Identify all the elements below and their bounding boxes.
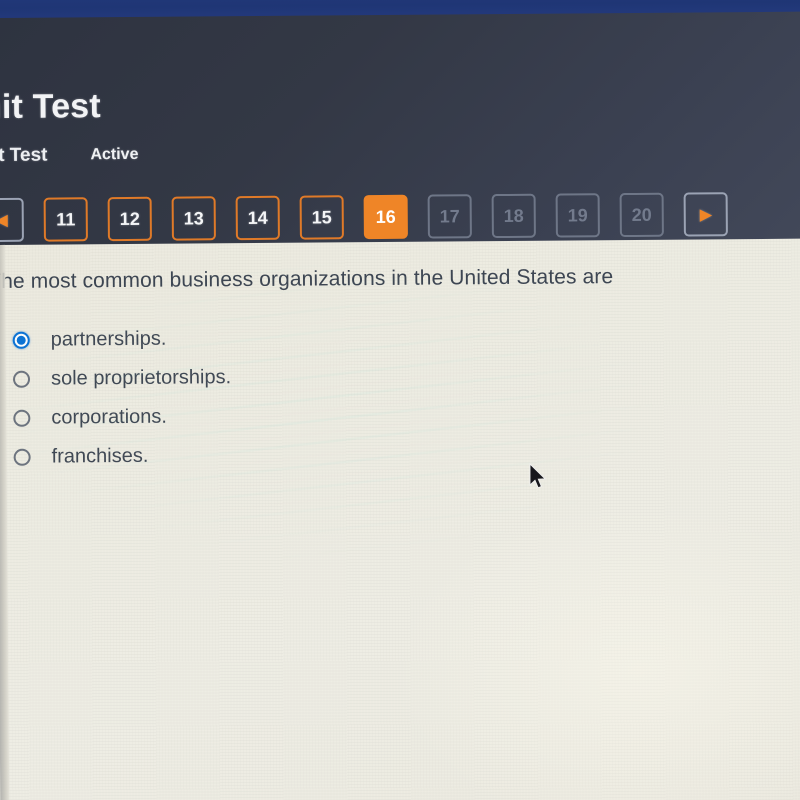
answer-option-label: sole proprietorships.	[50, 366, 232, 390]
answer-option-franchises[interactable]: franchises.	[1, 436, 231, 477]
question-prompt: The most common business organizations i…	[0, 265, 614, 294]
subheader-title: nit Test	[0, 144, 48, 167]
status-badge: Active	[90, 145, 139, 164]
radio-button[interactable]	[13, 409, 31, 427]
radio-button[interactable]	[13, 448, 31, 466]
pager-item-20: 20	[619, 192, 664, 238]
pager-item-13[interactable]: 13	[171, 196, 216, 241]
pager-next-button[interactable]: ▶	[683, 192, 728, 237]
pager-prev-button[interactable]: ◀	[0, 197, 24, 243]
answer-option-label: corporations.	[51, 405, 168, 429]
answer-option-corporations[interactable]: corporations.	[1, 397, 231, 438]
page-title: nit Test	[0, 87, 102, 127]
pager-item-12[interactable]: 12	[107, 196, 152, 242]
pager-item-16[interactable]: 16	[363, 194, 408, 240]
pager-item-14[interactable]: 14	[235, 195, 280, 241]
radio-button[interactable]	[12, 370, 31, 388]
answer-option-sole-proprietorships[interactable]: sole proprietorships.	[1, 358, 231, 399]
answer-option-partnerships[interactable]: partnerships.	[1, 319, 231, 360]
radio-button-selected[interactable]	[12, 331, 30, 349]
subheader: nit Test Active	[0, 144, 139, 167]
photographed-screen: nit Test nit Test Active ◀ 11 12 13 14 1…	[0, 0, 800, 800]
question-content-area: The most common business organizations i…	[0, 238, 800, 800]
pager-item-18: 18	[491, 193, 536, 239]
dark-header: nit Test nit Test Active ◀ 11 12 13 14 1…	[0, 11, 800, 247]
pager-item-11[interactable]: 11	[43, 197, 88, 242]
question-pager: ◀ 11 12 13 14 15 16 17 18 19 20 ▶	[0, 192, 748, 243]
pager-item-15[interactable]: 15	[299, 195, 344, 240]
triangle-right-icon: ▶	[699, 205, 712, 223]
answer-options-list: partnerships. sole proprietorships. corp…	[1, 319, 232, 477]
triangle-left-icon: ◀	[0, 211, 8, 229]
pager-item-17: 17	[427, 194, 472, 239]
answer-option-label: franchises.	[51, 444, 149, 468]
pager-item-19: 19	[555, 193, 600, 238]
answer-option-label: partnerships.	[50, 327, 167, 351]
